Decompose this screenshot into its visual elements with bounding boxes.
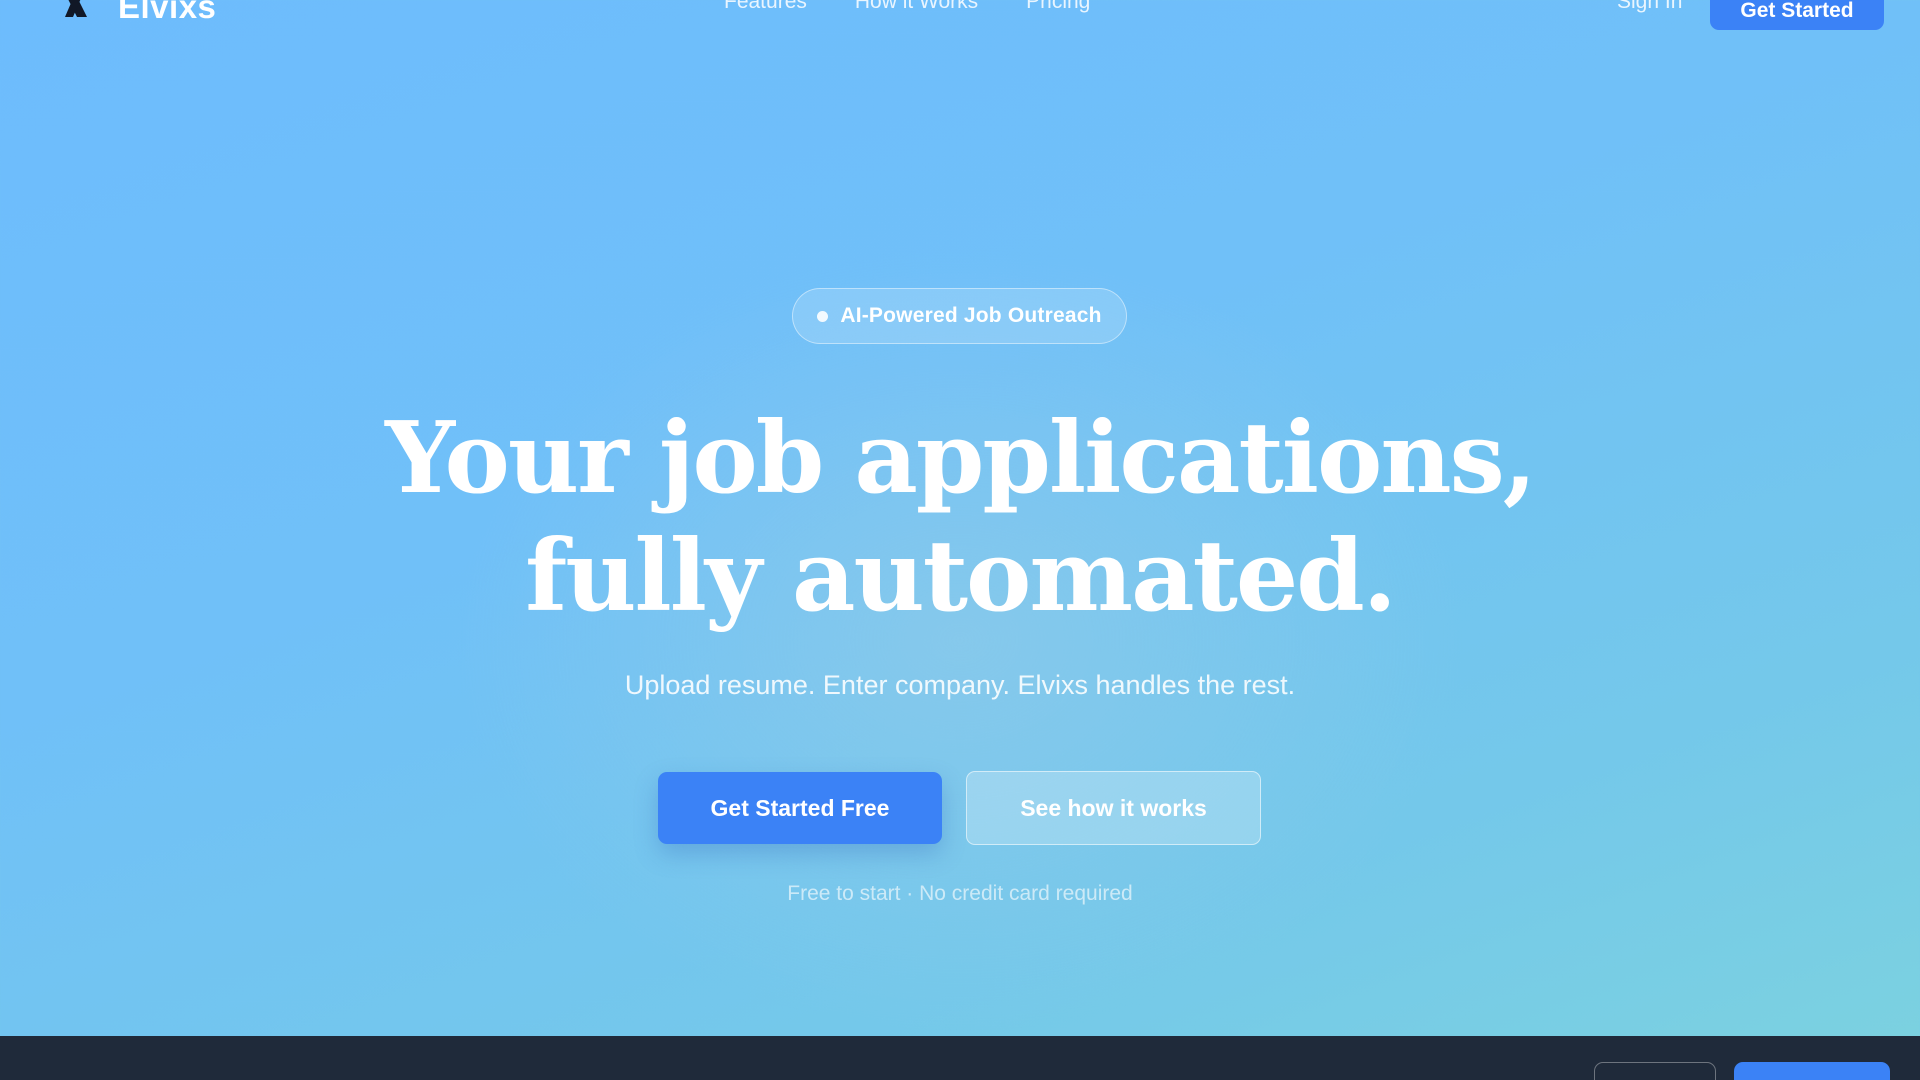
nav-link-how-it-works[interactable]: How it Works: [855, 0, 978, 14]
sign-in-link[interactable]: Sign In: [1617, 0, 1682, 14]
get-started-free-button[interactable]: Get Started Free: [658, 772, 942, 844]
headline-line-2: fully automated.: [525, 519, 1397, 634]
dot-icon: [817, 310, 829, 322]
nav-link-pricing[interactable]: Pricing: [1026, 0, 1090, 14]
see-how-it-works-button[interactable]: See how it works: [966, 771, 1261, 845]
hero-headline: Your job applications, fully automated.: [0, 400, 1920, 636]
nav-link-features[interactable]: Features: [724, 0, 807, 14]
x-logo-icon[interactable]: [58, 0, 92, 20]
nav-get-started-button[interactable]: Get Started: [1710, 0, 1884, 30]
hero-subtitle: Upload resume. Enter company. Elvixs han…: [624, 670, 1296, 700]
badge-label: AI-Powered Job Outreach: [840, 304, 1102, 327]
fineprint-text: Free to start · No credit card required: [787, 882, 1133, 905]
bottom-bar: [0, 1036, 1920, 1080]
nav-links: Features How it Works Pricing: [724, 0, 1090, 14]
hero-badge: AI-Powered Job Outreach: [792, 288, 1127, 344]
headline-line-1: Your job applications,: [385, 401, 1537, 516]
brand-name[interactable]: Elvixs: [118, 0, 216, 26]
top-nav: Elvixs Features How it Works Pricing Sig…: [0, 0, 1920, 40]
bottom-outline-button[interactable]: [1594, 1062, 1716, 1080]
bottom-primary-button[interactable]: [1734, 1062, 1890, 1080]
